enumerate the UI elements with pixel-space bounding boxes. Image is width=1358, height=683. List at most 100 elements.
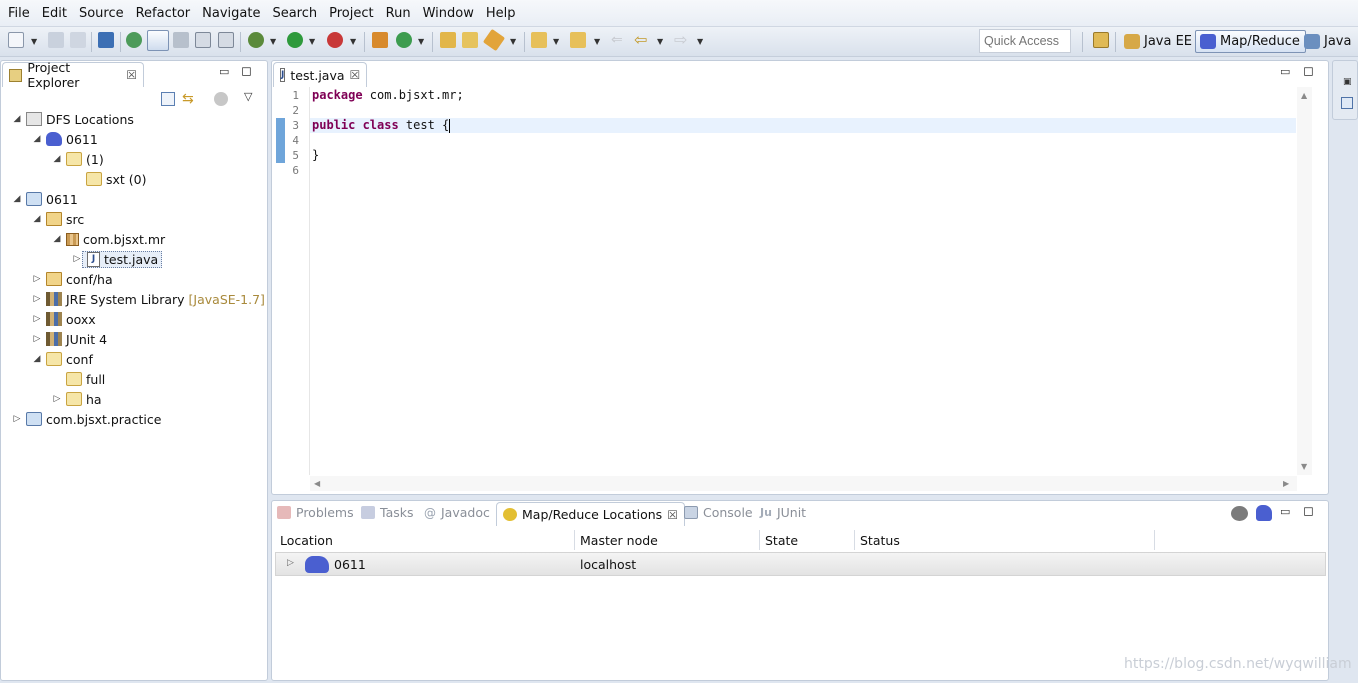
terminal-icon[interactable] <box>98 32 114 48</box>
tab-test-java[interactable]: J test.java ☒ <box>273 62 367 87</box>
tab-map-reduce-locations[interactable]: Map/Reduce Locations ☒ <box>496 502 685 526</box>
tree-item-project-0611[interactable]: ◢ 0611 <box>12 189 78 209</box>
next-annotation-dropdown-icon[interactable]: ▼ <box>553 37 559 46</box>
collapse-icon[interactable]: ▷ <box>72 254 82 264</box>
toggle-breadcrumb-icon[interactable] <box>173 32 189 48</box>
scroll-right-icon[interactable]: ▶ <box>1283 479 1289 488</box>
column-header-master-node[interactable]: Master node <box>575 530 760 550</box>
table-row[interactable]: ▷ 0611 localhost <box>275 552 1326 576</box>
debug-icon[interactable] <box>248 32 264 48</box>
collapse-all-icon[interactable] <box>161 92 175 106</box>
tree-item-com-bjsxt-practice[interactable]: ▷ com.bjsxt.practice <box>12 409 162 429</box>
scroll-up-icon[interactable]: ▲ <box>1301 91 1307 100</box>
collapse-icon[interactable]: ▷ <box>32 294 42 304</box>
filters-icon[interactable] <box>214 92 228 106</box>
collapse-icon[interactable]: ▷ <box>32 334 42 344</box>
debug-dropdown-icon[interactable]: ▼ <box>270 37 276 46</box>
new-dropdown-icon[interactable]: ▼ <box>31 37 37 46</box>
block-selection-icon[interactable] <box>195 32 211 48</box>
back-dropdown-icon[interactable]: ▼ <box>657 37 663 46</box>
new-location-icon[interactable] <box>1256 505 1272 521</box>
collapse-icon[interactable]: ▷ <box>32 314 42 324</box>
scroll-down-icon[interactable]: ▼ <box>1301 462 1307 471</box>
tree-item-full[interactable]: full <box>52 369 105 389</box>
show-whitespace-icon[interactable] <box>218 32 234 48</box>
last-edit-icon[interactable]: ⇐ <box>611 32 627 48</box>
new-class-dropdown-icon[interactable]: ▼ <box>418 37 424 46</box>
new-icon[interactable] <box>8 32 24 48</box>
tree-item-dfs-0611[interactable]: ◢ 0611 <box>32 129 98 149</box>
menu-help[interactable]: Help <box>480 0 522 27</box>
run-dropdown-icon[interactable]: ▼ <box>309 37 315 46</box>
quick-access-input[interactable] <box>979 29 1071 53</box>
expand-icon[interactable]: ◢ <box>32 134 42 144</box>
menu-project[interactable]: Project <box>323 0 379 27</box>
external-tools-dropdown-icon[interactable]: ▼ <box>350 37 356 46</box>
close-icon[interactable]: ☒ <box>350 68 361 82</box>
tree-item-dfs-root[interactable]: ◢ (1) <box>52 149 104 169</box>
menu-search[interactable]: Search <box>266 0 323 27</box>
new-class-icon[interactable] <box>396 32 412 48</box>
maximize-icon[interactable]: ◻ <box>241 64 252 79</box>
run-icon[interactable] <box>287 32 303 48</box>
view-menu-icon[interactable]: ▽ <box>244 90 252 103</box>
menu-file[interactable]: File <box>2 0 36 27</box>
expand-icon[interactable]: ◢ <box>52 154 62 164</box>
mark-occurrences-icon[interactable] <box>147 30 169 51</box>
column-header-location[interactable]: Location <box>275 530 575 550</box>
tree-item-sxt[interactable]: sxt (0) <box>72 169 147 189</box>
collapse-icon[interactable]: ▷ <box>52 394 62 404</box>
expand-icon[interactable]: ◢ <box>32 354 42 364</box>
perspective-java-ee[interactable]: Java EE <box>1120 30 1197 53</box>
next-annotation-icon[interactable] <box>531 32 547 48</box>
perspective-map-reduce[interactable]: Map/Reduce <box>1195 30 1306 53</box>
previous-annotation-dropdown-icon[interactable]: ▼ <box>594 37 600 46</box>
tab-project-explorer[interactable]: Project Explorer ☒ <box>2 60 144 90</box>
menu-run[interactable]: Run <box>380 0 417 27</box>
open-type-icon[interactable] <box>126 32 142 48</box>
minimize-icon[interactable]: ▭ <box>219 65 229 78</box>
expand-icon[interactable]: ▷ <box>287 558 294 568</box>
forward-dropdown-icon[interactable]: ▼ <box>697 37 703 46</box>
editor-vertical-scrollbar[interactable]: ▲ ▼ <box>1297 87 1312 475</box>
tree-item-ooxx[interactable]: ▷ ooxx <box>32 309 96 329</box>
tree-item-junit4[interactable]: ▷ JUnit 4 <box>32 329 108 349</box>
open-type-hierarchy-icon[interactable] <box>440 32 456 48</box>
outline-icon[interactable] <box>1341 97 1353 109</box>
expand-icon[interactable]: ◢ <box>12 114 22 124</box>
collapse-icon[interactable]: ▷ <box>32 274 42 284</box>
maximize-icon[interactable]: ◻ <box>1303 504 1314 519</box>
menu-window[interactable]: Window <box>417 0 480 27</box>
expand-icon[interactable]: ◢ <box>52 234 62 244</box>
column-header-status[interactable]: Status <box>855 530 1155 550</box>
expand-icon[interactable]: ◢ <box>32 214 42 224</box>
menu-source[interactable]: Source <box>73 0 130 27</box>
tab-tasks[interactable]: Tasks <box>361 505 414 520</box>
maximize-icon[interactable]: ◻ <box>1303 64 1314 79</box>
previous-annotation-icon[interactable] <box>570 32 586 48</box>
close-icon[interactable]: ☒ <box>126 68 137 82</box>
menu-navigate[interactable]: Navigate <box>196 0 266 27</box>
column-header-state[interactable]: State <box>760 530 855 550</box>
search-pen-icon[interactable] <box>482 28 506 52</box>
open-perspective-icon[interactable] <box>1093 32 1109 48</box>
tree-item-conf-ha[interactable]: ▷ conf/ha <box>32 269 113 289</box>
tab-problems[interactable]: Problems <box>277 505 354 520</box>
tree-item-test-java[interactable]: ▷ J test.java <box>72 249 163 269</box>
open-folder-icon[interactable] <box>462 32 478 48</box>
tree-item-jre-library[interactable]: ▷ JRE System Library [JavaSE-1.7] <box>32 289 265 309</box>
tree-item-dfs-locations[interactable]: ◢ DFS Locations <box>12 109 134 129</box>
save-icon[interactable] <box>48 32 64 48</box>
edit-location-icon[interactable] <box>1231 506 1248 521</box>
new-java-project-icon[interactable] <box>372 32 388 48</box>
tree-item-src[interactable]: ◢ src <box>32 209 85 229</box>
editor-horizontal-scrollbar[interactable]: ◀ ▶ <box>310 476 1297 491</box>
scroll-left-icon[interactable]: ◀ <box>314 479 320 488</box>
menu-edit[interactable]: Edit <box>36 0 73 27</box>
tab-console[interactable]: Console <box>684 505 753 520</box>
tab-junit[interactable]: Ju JUnit <box>760 505 806 520</box>
minimize-icon[interactable]: ▭ <box>1280 505 1290 518</box>
external-tools-icon[interactable] <box>327 32 343 48</box>
minimize-icon[interactable]: ▭ <box>1280 65 1290 78</box>
tab-javadoc[interactable]: @ Javadoc <box>424 505 490 520</box>
